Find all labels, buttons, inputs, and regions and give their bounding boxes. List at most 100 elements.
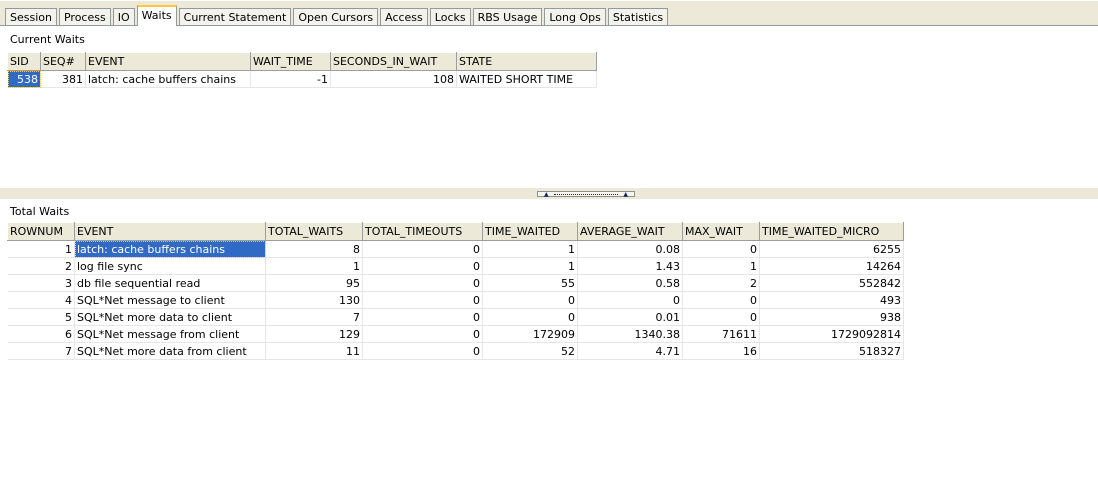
cell-total-timeouts[interactable]: 0 [362,274,483,292]
cell-average-wait[interactable]: 1340.38 [577,325,683,343]
table-row[interactable]: 2 log file sync 1 0 1 1.43 1 14264 [7,257,904,275]
column-header-max-wait[interactable]: MAX_WAIT [682,222,760,241]
cell-total-waits[interactable]: 7 [265,308,363,326]
cell-time-waited-micro[interactable]: 1729092814 [759,325,904,343]
tab-rbs-usage[interactable]: RBS Usage [472,8,543,26]
cell-wait-time[interactable]: -1 [250,70,331,88]
cell-total-waits[interactable]: 95 [265,274,363,292]
splitter-grip[interactable]: ▲ ▲ [537,191,635,198]
cell-total-waits[interactable]: 130 [265,291,363,309]
cell-rownum[interactable]: 7 [7,342,75,360]
cell-time-waited-micro[interactable]: 493 [759,291,904,309]
cell-max-wait[interactable]: 0 [682,308,760,326]
cell-event[interactable]: SQL*Net message to client [74,291,266,309]
column-header-average-wait[interactable]: AVERAGE_WAIT [577,222,683,241]
cell-time-waited[interactable]: 1 [482,240,578,258]
cell-time-waited[interactable]: 0 [482,308,578,326]
column-header-total-waits[interactable]: TOTAL_WAITS [265,222,363,241]
cell-total-timeouts[interactable]: 0 [362,342,483,360]
column-header-time-waited[interactable]: TIME_WAITED [482,222,578,241]
cell-max-wait[interactable]: 0 [682,240,760,258]
cell-max-wait[interactable]: 16 [682,342,760,360]
cell-max-wait[interactable]: 71611 [682,325,760,343]
column-header-time-waited-micro[interactable]: TIME_WAITED_MICRO [759,222,904,241]
cell-time-waited-micro[interactable]: 938 [759,308,904,326]
cell-time-waited-micro[interactable]: 552842 [759,274,904,292]
cell-seq[interactable]: 381 [40,70,86,88]
cell-rownum[interactable]: 4 [7,291,75,309]
tab-session[interactable]: Session [5,8,57,26]
table-row[interactable]: 5 SQL*Net more data to client 7 0 0 0.01 0 938 [7,308,904,326]
column-header-rownum[interactable]: ROWNUM [7,222,75,241]
cell-time-waited-micro[interactable]: 14264 [759,257,904,275]
tab-locks[interactable]: Locks [429,8,471,26]
cell-sid[interactable]: 538 [7,70,41,88]
cell-event[interactable]: SQL*Net more data to client [74,308,266,326]
cell-time-waited[interactable]: 1 [482,257,578,275]
cell-total-waits[interactable]: 129 [265,325,363,343]
cell-rownum[interactable]: 1 [7,240,75,258]
tab-open-cursors[interactable]: Open Cursors [293,8,379,26]
cell-time-waited-micro[interactable]: 6255 [759,240,904,258]
cell-event[interactable]: db file sequential read [74,274,266,292]
table-row[interactable]: 4 SQL*Net message to client 130 0 0 0 0 493 [7,291,904,309]
cell-time-waited[interactable]: 172909 [482,325,578,343]
column-header-seq[interactable]: SEQ# [40,52,86,71]
cell-average-wait[interactable]: 0.58 [577,274,683,292]
cell-rownum[interactable]: 5 [7,308,75,326]
cell-event[interactable]: log file sync [74,257,266,275]
cell-state[interactable]: WAITED SHORT TIME [456,70,597,88]
table-row[interactable]: 7 SQL*Net more data from client 11 0 52 4.71 1… [7,342,904,360]
cell-max-wait[interactable]: 2 [682,274,760,292]
cell-event[interactable]: latch: cache buffers chains [74,240,266,258]
cell-time-waited[interactable]: 55 [482,274,578,292]
cell-total-timeouts[interactable]: 0 [362,325,483,343]
tab-io[interactable]: IO [112,8,135,26]
cell-rownum[interactable]: 2 [7,257,75,275]
table-row[interactable]: 3 db file sequential read 95 0 55 0.58 2 552842 [7,274,904,292]
cell-seconds-in-wait[interactable]: 108 [330,70,457,88]
cell-rownum[interactable]: 3 [7,274,75,292]
column-header-wait-time[interactable]: WAIT_TIME [250,52,331,71]
cell-total-timeouts[interactable]: 0 [362,257,483,275]
cell-total-timeouts[interactable]: 0 [362,240,483,258]
cell-average-wait[interactable]: 0.08 [577,240,683,258]
tab-statistics[interactable]: Statistics [607,8,669,26]
cell-event[interactable]: SQL*Net more data from client [74,342,266,360]
arrow-up-icon: ▲ [623,191,628,198]
table-row[interactable]: 6 SQL*Net message from client 129 0 172909 13… [7,325,904,343]
column-header-event[interactable]: EVENT [85,52,251,71]
cell-time-waited[interactable]: 0 [482,291,578,309]
cell-max-wait[interactable]: 1 [682,257,760,275]
cell-total-waits[interactable]: 1 [265,257,363,275]
column-header-event[interactable]: EVENT [74,222,266,241]
column-header-state[interactable]: STATE [456,52,597,71]
pane-splitter[interactable]: ▲ ▲ [0,188,1098,199]
tab-waits[interactable]: Waits [136,5,177,26]
tab-process[interactable]: Process [58,8,111,26]
cell-event[interactable]: SQL*Net message from client [74,325,266,343]
cell-rownum[interactable]: 6 [7,325,75,343]
cell-total-waits[interactable]: 8 [265,240,363,258]
table-row[interactable]: 1 latch: cache buffers chains 8 0 1 0.08 0 6255 [7,240,904,258]
cell-event[interactable]: latch: cache buffers chains [85,70,251,88]
cell-total-timeouts[interactable]: 0 [362,291,483,309]
tab-current-statement[interactable]: Current Statement [178,8,292,26]
column-header-seconds-in-wait[interactable]: SECONDS_IN_WAIT [330,52,457,71]
total-waits-grid[interactable]: ROWNUM EVENT TOTAL_WAITS TOTAL_TIMEOUTS … [7,222,904,360]
cell-time-waited-micro[interactable]: 518327 [759,342,904,360]
current-waits-grid[interactable]: SID SEQ# EVENT WAIT_TIME SECONDS_IN_WAIT… [7,52,597,88]
cell-total-waits[interactable]: 11 [265,342,363,360]
cell-total-timeouts[interactable]: 0 [362,308,483,326]
cell-average-wait[interactable]: 4.71 [577,342,683,360]
column-header-total-timeouts[interactable]: TOTAL_TIMEOUTS [362,222,483,241]
cell-max-wait[interactable]: 0 [682,291,760,309]
cell-average-wait[interactable]: 1.43 [577,257,683,275]
column-header-sid[interactable]: SID [7,52,41,71]
tab-access[interactable]: Access [380,8,428,26]
cell-average-wait[interactable]: 0.01 [577,308,683,326]
cell-time-waited[interactable]: 52 [482,342,578,360]
table-row[interactable]: 538 381 latch: cache buffers chains -1 1… [7,70,597,88]
cell-average-wait[interactable]: 0 [577,291,683,309]
tab-long-ops[interactable]: Long Ops [544,8,606,26]
